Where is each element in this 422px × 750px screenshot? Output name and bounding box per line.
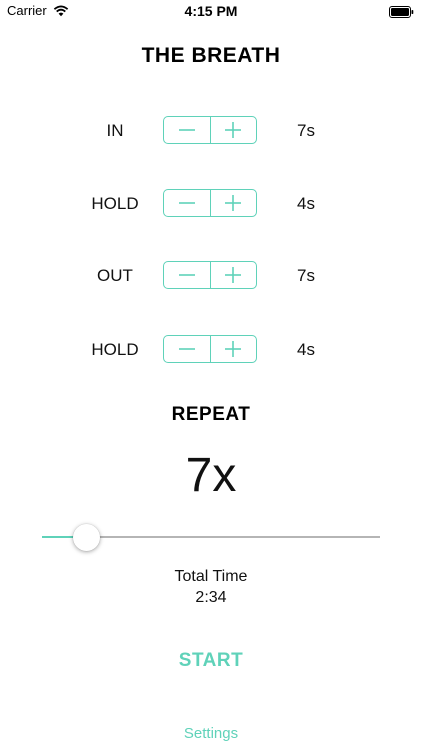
row-value-out: 7s (297, 266, 315, 285)
decrement-button[interactable] (164, 117, 210, 143)
increment-button[interactable] (209, 190, 257, 216)
plus-icon (225, 122, 242, 138)
repeat-count: 7x (185, 449, 237, 502)
minus-icon (178, 202, 195, 204)
status-time: 4:15 PM (184, 3, 238, 19)
row-value-hold-1: 4s (297, 194, 315, 213)
minus-icon (178, 274, 195, 276)
total-time-value: 2:34 (195, 589, 227, 606)
stepper-hold-1 (163, 189, 257, 217)
decrement-button[interactable] (164, 262, 210, 288)
plus-icon (225, 267, 242, 283)
status-bar: Carrier 4:15 PM (0, 0, 422, 24)
decrement-button[interactable] (164, 336, 210, 362)
plus-icon (225, 195, 242, 211)
minus-icon (178, 348, 195, 350)
slider-thumb[interactable] (73, 524, 101, 551)
settings-button[interactable]: Settings (160, 725, 262, 742)
row-label-hold-2: HOLD (91, 340, 139, 359)
stepper-hold-2 (163, 335, 257, 363)
row-value-hold-2: 4s (297, 340, 315, 359)
total-time-label: Total Time (174, 568, 248, 585)
minus-icon (178, 129, 195, 131)
row-label-in: IN (106, 121, 124, 140)
repeat-heading: REPEAT (171, 404, 251, 425)
decrement-button[interactable] (164, 190, 210, 216)
increment-button[interactable] (209, 117, 257, 143)
increment-button[interactable] (209, 262, 257, 288)
stepper-in (163, 116, 257, 144)
start-button[interactable]: START (160, 650, 262, 672)
page-title: THE BREATH (141, 44, 281, 67)
stepper-out (163, 261, 257, 289)
row-label-hold-1: HOLD (91, 194, 139, 213)
repeat-slider[interactable] (42, 523, 380, 553)
row-label-out: OUT (97, 266, 133, 285)
row-value-in: 7s (297, 121, 315, 140)
plus-icon (225, 341, 242, 357)
battery-icon (389, 5, 414, 18)
increment-button[interactable] (209, 336, 257, 362)
